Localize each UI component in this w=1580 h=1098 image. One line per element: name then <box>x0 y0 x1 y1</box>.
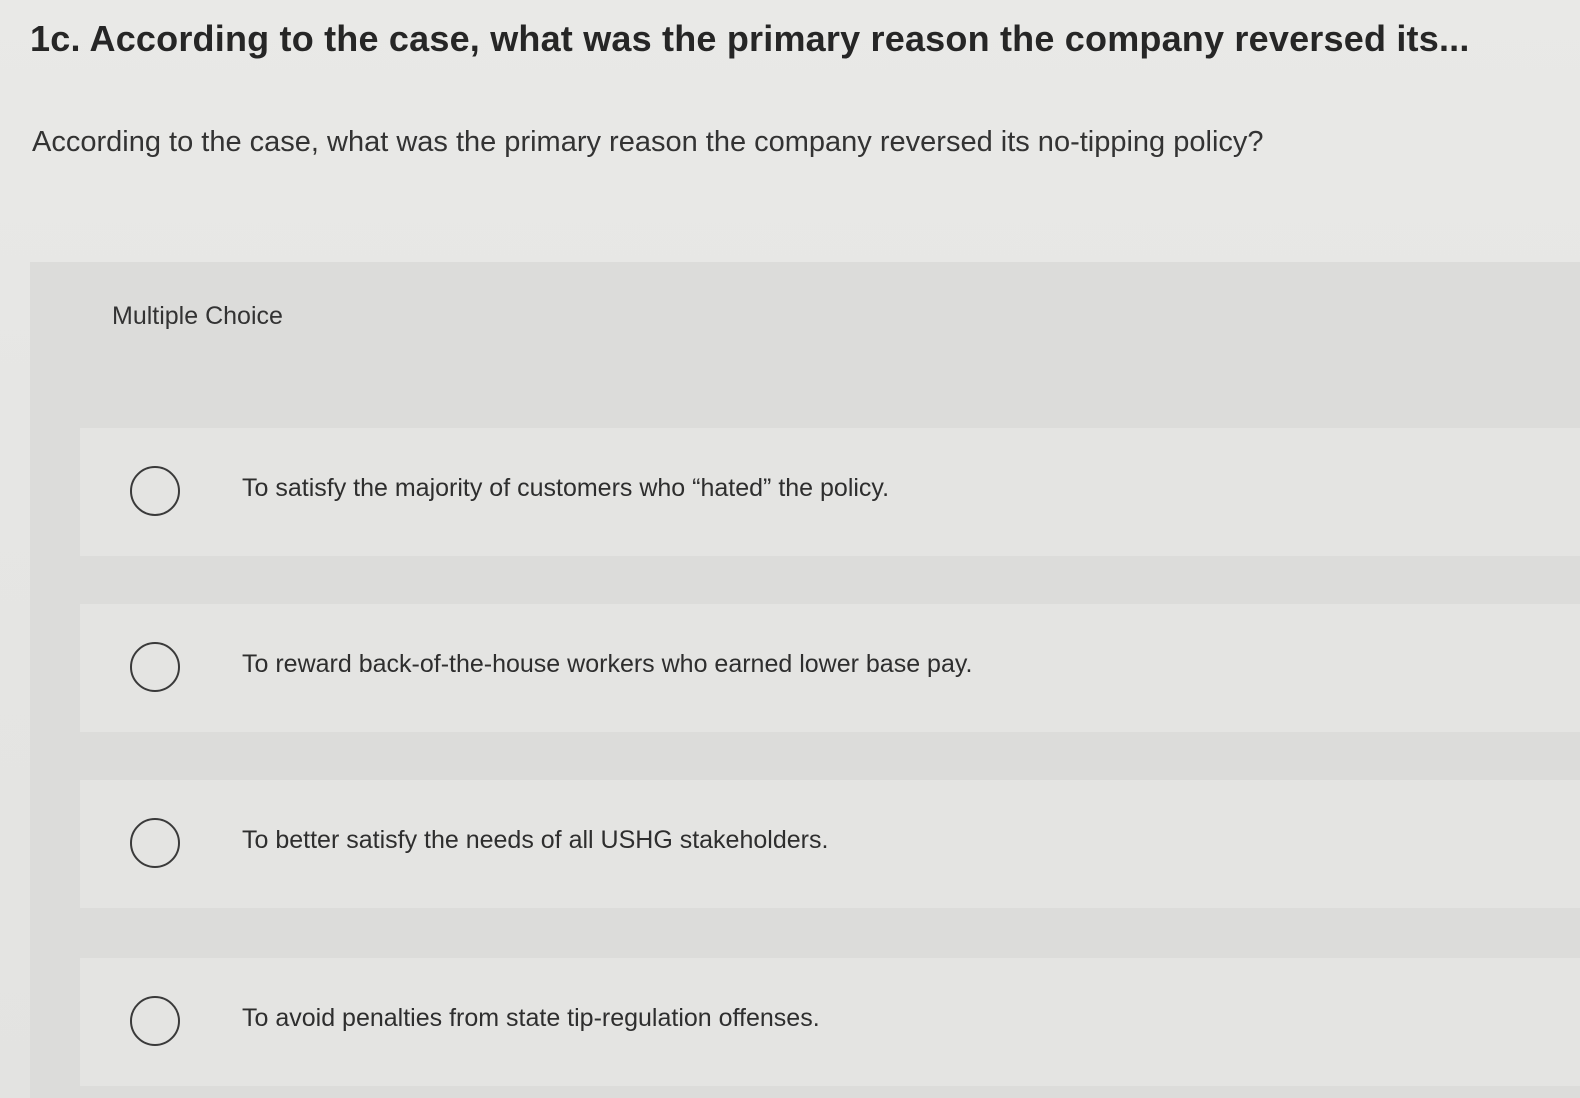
question-title: 1c. According to the case, what was the … <box>30 18 1470 59</box>
radio-button-icon[interactable] <box>130 466 180 516</box>
question-prompt: According to the case, what was the prim… <box>32 126 1264 158</box>
answer-option-text: To satisfy the majority of customers who… <box>242 474 890 502</box>
answer-option-4[interactable]: To avoid penalties from state tip-regula… <box>80 958 1580 1086</box>
answer-option-3[interactable]: To better satisfy the needs of all USHG … <box>80 780 1580 908</box>
answer-option-1[interactable]: To satisfy the majority of customers who… <box>80 428 1580 556</box>
answer-option-text: To avoid penalties from state tip-regula… <box>242 1004 820 1032</box>
multiple-choice-label: Multiple Choice <box>112 302 283 330</box>
question-page: 1c. According to the case, what was the … <box>0 0 1580 1098</box>
multiple-choice-panel: Multiple Choice To satisfy the majority … <box>30 262 1580 1098</box>
answer-option-text: To reward back-of-the-house workers who … <box>242 650 973 678</box>
radio-button-icon[interactable] <box>130 996 180 1046</box>
answer-option-text: To better satisfy the needs of all USHG … <box>242 826 829 854</box>
answer-option-2[interactable]: To reward back-of-the-house workers who … <box>80 604 1580 732</box>
radio-button-icon[interactable] <box>130 818 180 868</box>
radio-button-icon[interactable] <box>130 642 180 692</box>
